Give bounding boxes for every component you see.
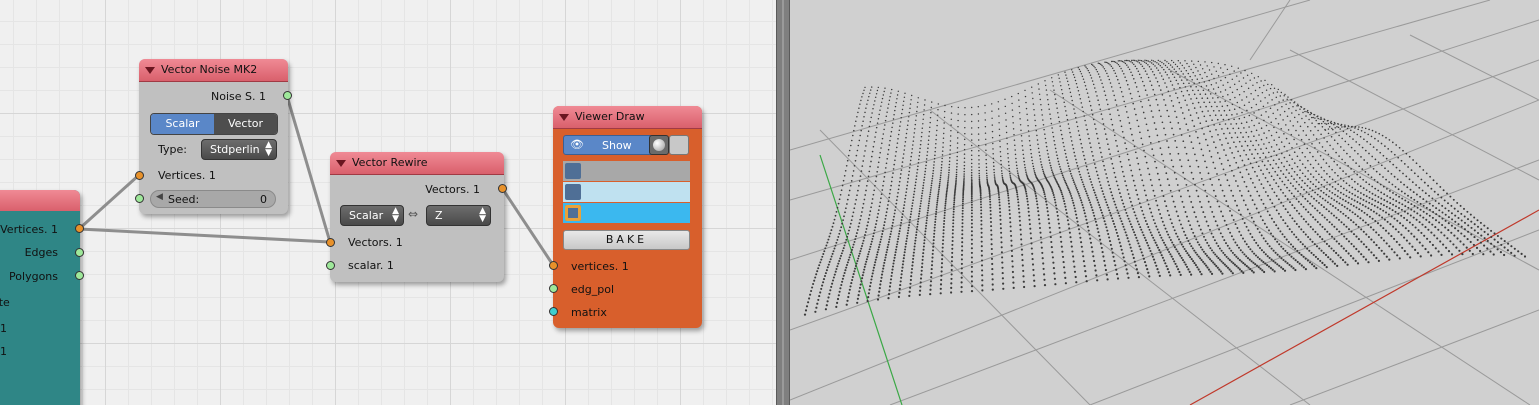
updown-arrow-icon: ▲ ▼ bbox=[265, 140, 272, 158]
viewer-draw-node[interactable]: Viewer Draw 👁 Show BAKE vertices. 1 edg_… bbox=[549, 106, 702, 328]
extra-option-button[interactable] bbox=[669, 135, 689, 155]
noise-output-label: Noise S. 1 bbox=[211, 90, 266, 103]
collapse-arrow-icon[interactable] bbox=[145, 67, 155, 74]
type-value: Stdperlin bbox=[210, 143, 260, 156]
mode-scalar-option[interactable]: Scalar bbox=[151, 114, 214, 134]
swap-arrows-icon[interactable]: ⇔ bbox=[408, 207, 418, 221]
vector-noise-node[interactable]: Vector Noise MK2 Noise S. 1 Scalar Vecto… bbox=[135, 59, 292, 214]
vectors-output-socket[interactable] bbox=[498, 184, 507, 193]
edg-pol-input-socket[interactable] bbox=[549, 284, 558, 293]
seed-field[interactable]: ◀ Seed: 0 bbox=[150, 190, 276, 208]
show-label: Show bbox=[602, 139, 632, 152]
vectors-input-socket[interactable] bbox=[326, 238, 335, 247]
source-channel-value: Scalar bbox=[349, 209, 384, 222]
vertices-input-label: vertices. 1 bbox=[571, 260, 629, 273]
truncated-label: 1 bbox=[0, 322, 7, 335]
face-color-swatch[interactable] bbox=[563, 203, 690, 223]
vector-rewire-node[interactable]: Vector Rewire Vectors. 1 Scalar ▲ ▼ ⇔ Z ▲… bbox=[326, 152, 507, 282]
node-editor[interactable]: Vertices. 1 Edges Polygons ate 1 1 Vecto… bbox=[0, 0, 776, 405]
truncated-label: ate bbox=[0, 296, 10, 309]
decrement-arrow-icon[interactable]: ◀ bbox=[156, 192, 163, 202]
scalar-input-label: scalar. 1 bbox=[348, 259, 394, 272]
target-channel-select[interactable]: Z ▲ ▼ bbox=[426, 205, 491, 226]
output-edges-label: Edges bbox=[24, 246, 58, 259]
edge-color-swatch[interactable] bbox=[563, 182, 690, 202]
collapse-arrow-icon[interactable] bbox=[559, 114, 569, 121]
truncated-label: 1 bbox=[0, 345, 7, 358]
node-title: Vector Rewire bbox=[352, 156, 428, 169]
3d-viewport[interactable] bbox=[790, 0, 1539, 405]
shading-sphere-button[interactable] bbox=[649, 135, 669, 155]
bake-button[interactable]: BAKE bbox=[563, 230, 690, 250]
node-header[interactable]: Viewer Draw bbox=[553, 106, 702, 129]
x-axis-line bbox=[1189, 209, 1539, 405]
updown-arrow-icon: ▲ ▼ bbox=[392, 206, 399, 224]
vertex-color-swatch[interactable] bbox=[563, 161, 690, 181]
face-cube-icon bbox=[565, 205, 581, 221]
output-vertices-label: Vertices. 1 bbox=[0, 223, 58, 236]
noise-output-socket[interactable] bbox=[283, 91, 292, 100]
show-toggle-button[interactable]: 👁 Show bbox=[563, 135, 659, 155]
seed-value: 0 bbox=[260, 193, 267, 206]
output-polygons-label: Polygons bbox=[9, 270, 58, 283]
node-header[interactable] bbox=[0, 190, 80, 211]
vertices-input-label: Vertices. 1 bbox=[158, 169, 216, 182]
type-label: Type: bbox=[158, 143, 187, 156]
matrix-input-label: matrix bbox=[571, 306, 607, 319]
vectors-input-label: Vectors. 1 bbox=[348, 236, 403, 249]
source-channel-select[interactable]: Scalar ▲ ▼ bbox=[340, 205, 404, 226]
type-select[interactable]: Stdperlin ▲ ▼ bbox=[201, 139, 277, 160]
target-channel-value: Z bbox=[435, 209, 443, 222]
vectors-output-label: Vectors. 1 bbox=[425, 183, 480, 196]
vertex-cube-icon bbox=[565, 163, 581, 179]
edge-cube-icon bbox=[565, 184, 581, 200]
mode-toggle[interactable]: Scalar Vector bbox=[150, 113, 278, 135]
edg-pol-input-label: edg_pol bbox=[571, 283, 615, 296]
collapse-arrow-icon[interactable] bbox=[336, 160, 346, 167]
node-header[interactable]: Vector Noise MK2 bbox=[139, 59, 288, 82]
seed-label: Seed: bbox=[168, 193, 200, 206]
node-title: Viewer Draw bbox=[575, 110, 645, 123]
vertices-input-socket[interactable] bbox=[135, 171, 144, 180]
area-divider[interactable] bbox=[776, 0, 790, 405]
mesh-source-node[interactable]: Vertices. 1 Edges Polygons ate 1 1 bbox=[0, 190, 84, 405]
scalar-input-socket[interactable] bbox=[326, 261, 335, 270]
edges-output-socket[interactable] bbox=[75, 248, 84, 257]
vertices-output-socket[interactable] bbox=[75, 224, 84, 233]
mode-vector-option[interactable]: Vector bbox=[214, 114, 277, 134]
polygons-output-socket[interactable] bbox=[75, 271, 84, 280]
updown-arrow-icon: ▲ ▼ bbox=[479, 206, 486, 224]
vertices-input-socket[interactable] bbox=[549, 261, 558, 270]
node-header[interactable]: Vector Rewire bbox=[330, 152, 504, 175]
eye-icon: 👁 bbox=[570, 138, 584, 151]
viewport-grid bbox=[790, 0, 1539, 405]
node-title: Vector Noise MK2 bbox=[161, 63, 258, 76]
matrix-input-socket[interactable] bbox=[549, 307, 558, 316]
seed-input-socket[interactable] bbox=[135, 194, 144, 203]
